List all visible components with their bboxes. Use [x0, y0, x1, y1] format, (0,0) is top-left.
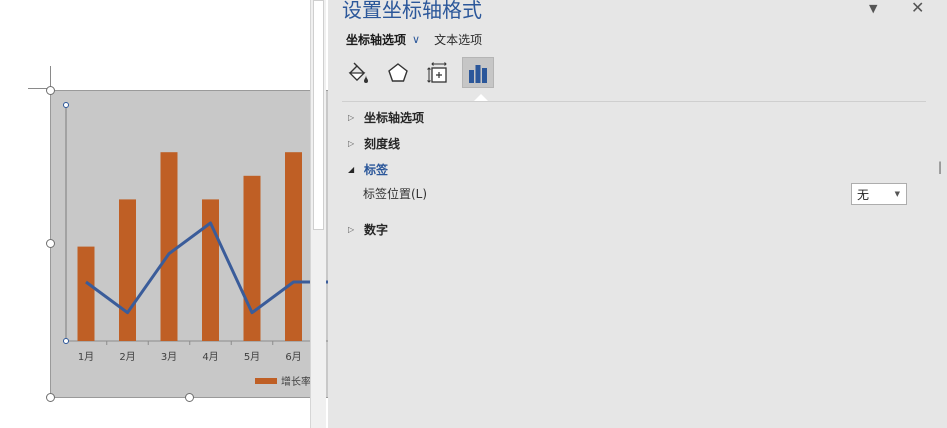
size-properties-icon[interactable] — [422, 57, 454, 88]
section-axis-options[interactable]: ▷ 坐标轴选项 — [348, 109, 424, 126]
legend-swatch — [255, 377, 277, 384]
tab-text-options[interactable]: 文本选项 — [434, 31, 482, 48]
pane-icon-bar — [342, 57, 494, 88]
chart-bar[interactable] — [77, 246, 95, 341]
x-tick-label: 4月 — [202, 351, 218, 363]
section-label: 数字 — [364, 223, 389, 237]
chart-bar[interactable] — [243, 175, 261, 341]
expanded-arrow-icon: ◢ — [348, 165, 355, 174]
x-tick-label: 3月 — [161, 351, 177, 363]
screen: 1月 2月 3月 4月 5月 6月 增长率 设置坐标轴格式 ▼ ✕ 坐标轴选项 ∨ 文本选… — [0, 0, 947, 428]
scrollbar-thumb[interactable] — [313, 0, 324, 230]
pane-tabs: 坐标轴选项 ∨ 文本选项 — [346, 31, 482, 48]
resize-handle-top-left[interactable] — [46, 86, 55, 95]
collapsed-arrow-icon: ▷ — [348, 113, 355, 122]
section-label: 标签 — [364, 163, 389, 177]
x-tick-label: 5月 — [244, 351, 260, 363]
resize-handle-left[interactable] — [46, 239, 55, 248]
chart-canvas: 1月 2月 3月 4月 5月 6月 — [63, 102, 331, 363]
legend-label: 增长率 — [281, 377, 311, 388]
x-tick-label: 2月 — [119, 351, 135, 363]
chevron-down-icon[interactable]: ▼ — [869, 2, 877, 15]
axis-end-handle — [63, 102, 69, 108]
label-position-select[interactable]: 无 ▼ — [851, 183, 907, 205]
axis-options-bar-icon[interactable] — [462, 57, 494, 88]
resize-handle-bottom-left[interactable] — [46, 393, 55, 402]
pane-title: 设置坐标轴格式 — [342, 0, 482, 22]
chart-bar[interactable] — [160, 152, 178, 341]
tab-chevron-icon[interactable]: ∨ — [412, 33, 420, 46]
tab-pointer — [474, 94, 488, 101]
label-position-value: 无 — [857, 187, 870, 202]
dropdown-arrow-icon: ▼ — [894, 190, 900, 198]
section-number[interactable]: ▷ 数字 — [348, 221, 388, 238]
collapsed-arrow-icon: ▷ — [348, 225, 355, 234]
section-labels[interactable]: ◢ 标签 — [348, 161, 388, 178]
pane-separator — [342, 101, 926, 102]
section-tick-marks[interactable]: ▷ 刻度线 — [348, 135, 400, 152]
format-axis-pane: 设置坐标轴格式 ▼ ✕ 坐标轴选项 ∨ 文本选项 ▷ 坐标轴选项 ▷ 刻度线 ◢… — [328, 0, 947, 428]
x-tick-label: 6月 — [285, 351, 301, 363]
section-label: 坐标轴选项 — [364, 111, 425, 125]
chart-object[interactable]: 1月 2月 3月 4月 5月 6月 增长率 — [50, 90, 331, 398]
x-tick-label: 1月 — [78, 351, 94, 363]
chart-bar[interactable] — [202, 199, 219, 341]
axis-end-handle — [63, 338, 69, 344]
chart-bar[interactable] — [119, 199, 136, 341]
collapsed-arrow-icon: ▷ — [348, 139, 355, 148]
label-position-label: 标签位置(L) — [363, 187, 428, 201]
section-label: 刻度线 — [364, 137, 401, 151]
effects-pentagon-icon[interactable] — [382, 57, 414, 88]
tab-axis-options[interactable]: 坐标轴选项 — [346, 31, 406, 48]
close-icon[interactable]: ✕ — [911, 0, 924, 17]
chart-bar[interactable] — [285, 152, 302, 341]
chart-legend[interactable]: 增长率 — [255, 373, 311, 388]
edge-cursor-mark: | — [938, 160, 943, 174]
crop-mark-vertical — [50, 66, 51, 88]
resize-handle-bottom[interactable] — [185, 393, 194, 402]
fill-line-icon[interactable] — [342, 57, 374, 88]
